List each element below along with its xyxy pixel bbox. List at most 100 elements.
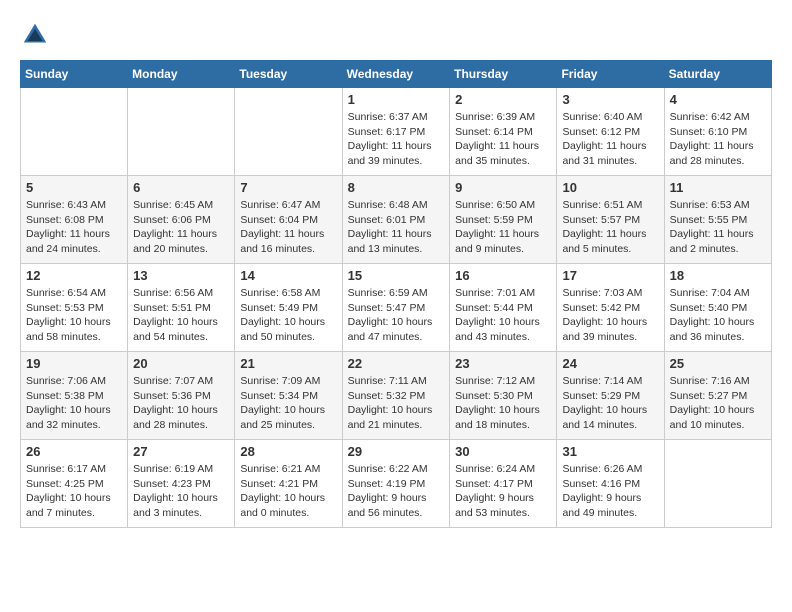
day-info: Sunrise: 6:50 AM Sunset: 5:59 PM Dayligh… (455, 198, 551, 257)
day-number: 31 (562, 444, 658, 459)
day-number: 24 (562, 356, 658, 371)
calendar-week-row: 1 Sunrise: 6:37 AM Sunset: 6:17 PM Daylig… (21, 88, 772, 176)
day-number: 2 (455, 92, 551, 107)
calendar-cell: 4 Sunrise: 6:42 AM Sunset: 6:10 PM Daylig… (664, 88, 771, 176)
calendar-cell: 9 Sunrise: 6:50 AM Sunset: 5:59 PM Daylig… (450, 176, 557, 264)
day-info: Sunrise: 7:14 AM Sunset: 5:29 PM Dayligh… (562, 374, 658, 433)
day-number: 7 (240, 180, 336, 195)
day-info: Sunrise: 7:07 AM Sunset: 5:36 PM Dayligh… (133, 374, 229, 433)
day-info: Sunrise: 6:24 AM Sunset: 4:17 PM Dayligh… (455, 462, 551, 521)
calendar-cell: 26Sunrise: 6:17 AM Sunset: 4:25 PM Dayli… (21, 440, 128, 528)
calendar-cell (128, 88, 235, 176)
calendar-cell: 2 Sunrise: 6:39 AM Sunset: 6:14 PM Daylig… (450, 88, 557, 176)
day-info: Sunrise: 6:53 AM Sunset: 5:55 PM Dayligh… (670, 198, 766, 257)
calendar-cell (21, 88, 128, 176)
day-info: Sunrise: 7:09 AM Sunset: 5:34 PM Dayligh… (240, 374, 336, 433)
day-number: 5 (26, 180, 122, 195)
calendar-cell: 29 Sunrise: 6:22 AM Sunset: 4:19 PM Dayli… (342, 440, 450, 528)
logo (20, 20, 56, 50)
page-header (20, 20, 772, 50)
day-info: Sunrise: 6:42 AM Sunset: 6:10 PM Dayligh… (670, 110, 766, 169)
day-number: 17 (562, 268, 658, 283)
day-info: Sunrise: 6:19 AM Sunset: 4:23 PM Dayligh… (133, 462, 229, 521)
day-info: Sunrise: 7:04 AM Sunset: 5:40 PM Dayligh… (670, 286, 766, 345)
calendar-cell: 24 Sunrise: 7:14 AM Sunset: 5:29 PM Dayli… (557, 352, 664, 440)
calendar-week-row: 26Sunrise: 6:17 AM Sunset: 4:25 PM Dayli… (21, 440, 772, 528)
day-number: 9 (455, 180, 551, 195)
day-info: Sunrise: 6:26 AM Sunset: 4:16 PM Dayligh… (562, 462, 658, 521)
day-info: Sunrise: 7:06 AM Sunset: 5:38 PM Dayligh… (26, 374, 122, 433)
calendar-cell (235, 88, 342, 176)
weekday-header: Thursday (450, 61, 557, 88)
day-number: 13 (133, 268, 229, 283)
day-info: Sunrise: 7:12 AM Sunset: 5:30 PM Dayligh… (455, 374, 551, 433)
calendar-cell: 28 Sunrise: 6:21 AM Sunset: 4:21 PM Dayli… (235, 440, 342, 528)
day-number: 11 (670, 180, 766, 195)
calendar-cell: 23 Sunrise: 7:12 AM Sunset: 5:30 PM Dayli… (450, 352, 557, 440)
day-number: 18 (670, 268, 766, 283)
day-info: Sunrise: 6:22 AM Sunset: 4:19 PM Dayligh… (348, 462, 445, 521)
calendar-cell: 30 Sunrise: 6:24 AM Sunset: 4:17 PM Dayli… (450, 440, 557, 528)
day-info: Sunrise: 7:11 AM Sunset: 5:32 PM Dayligh… (348, 374, 445, 433)
day-number: 21 (240, 356, 336, 371)
weekday-header: Tuesday (235, 61, 342, 88)
day-info: Sunrise: 7:01 AM Sunset: 5:44 PM Dayligh… (455, 286, 551, 345)
calendar-cell: 10 Sunrise: 6:51 AM Sunset: 5:57 PM Dayli… (557, 176, 664, 264)
day-info: Sunrise: 6:47 AM Sunset: 6:04 PM Dayligh… (240, 198, 336, 257)
calendar-cell: 19 Sunrise: 7:06 AM Sunset: 5:38 PM Dayli… (21, 352, 128, 440)
day-number: 29 (348, 444, 445, 459)
day-number: 14 (240, 268, 336, 283)
calendar-week-row: 5 Sunrise: 6:43 AM Sunset: 6:08 PM Daylig… (21, 176, 772, 264)
day-info: Sunrise: 6:45 AM Sunset: 6:06 PM Dayligh… (133, 198, 229, 257)
calendar-cell: 13 Sunrise: 6:56 AM Sunset: 5:51 PM Dayli… (128, 264, 235, 352)
weekday-header: Friday (557, 61, 664, 88)
day-number: 12 (26, 268, 122, 283)
day-info: Sunrise: 6:17 AM Sunset: 4:25 PM Dayligh… (26, 462, 122, 521)
day-number: 8 (348, 180, 445, 195)
calendar-week-row: 19 Sunrise: 7:06 AM Sunset: 5:38 PM Dayli… (21, 352, 772, 440)
day-info: Sunrise: 7:03 AM Sunset: 5:42 PM Dayligh… (562, 286, 658, 345)
day-number: 19 (26, 356, 122, 371)
calendar-cell: 11 Sunrise: 6:53 AM Sunset: 5:55 PM Dayli… (664, 176, 771, 264)
day-number: 30 (455, 444, 551, 459)
calendar-cell: 21 Sunrise: 7:09 AM Sunset: 5:34 PM Dayli… (235, 352, 342, 440)
day-number: 10 (562, 180, 658, 195)
day-number: 15 (348, 268, 445, 283)
day-number: 28 (240, 444, 336, 459)
day-info: Sunrise: 6:51 AM Sunset: 5:57 PM Dayligh… (562, 198, 658, 257)
day-info: Sunrise: 6:48 AM Sunset: 6:01 PM Dayligh… (348, 198, 445, 257)
calendar-cell: 18 Sunrise: 7:04 AM Sunset: 5:40 PM Dayli… (664, 264, 771, 352)
calendar-cell: 20 Sunrise: 7:07 AM Sunset: 5:36 PM Dayli… (128, 352, 235, 440)
calendar-cell: 22 Sunrise: 7:11 AM Sunset: 5:32 PM Dayli… (342, 352, 450, 440)
calendar-week-row: 12 Sunrise: 6:54 AM Sunset: 5:53 PM Dayli… (21, 264, 772, 352)
day-info: Sunrise: 6:59 AM Sunset: 5:47 PM Dayligh… (348, 286, 445, 345)
day-info: Sunrise: 6:39 AM Sunset: 6:14 PM Dayligh… (455, 110, 551, 169)
day-number: 22 (348, 356, 445, 371)
day-number: 27 (133, 444, 229, 459)
day-number: 1 (348, 92, 445, 107)
day-info: Sunrise: 6:40 AM Sunset: 6:12 PM Dayligh… (562, 110, 658, 169)
day-info: Sunrise: 6:54 AM Sunset: 5:53 PM Dayligh… (26, 286, 122, 345)
calendar-cell: 3Sunrise: 6:40 AM Sunset: 6:12 PM Daylig… (557, 88, 664, 176)
logo-icon (20, 20, 50, 50)
day-info: Sunrise: 6:56 AM Sunset: 5:51 PM Dayligh… (133, 286, 229, 345)
calendar-cell: 15 Sunrise: 6:59 AM Sunset: 5:47 PM Dayli… (342, 264, 450, 352)
calendar-cell: 25 Sunrise: 7:16 AM Sunset: 5:27 PM Dayli… (664, 352, 771, 440)
day-number: 20 (133, 356, 229, 371)
weekday-header: Sunday (21, 61, 128, 88)
day-info: Sunrise: 6:37 AM Sunset: 6:17 PM Dayligh… (348, 110, 445, 169)
calendar-cell: 17 Sunrise: 7:03 AM Sunset: 5:42 PM Dayli… (557, 264, 664, 352)
day-info: Sunrise: 6:21 AM Sunset: 4:21 PM Dayligh… (240, 462, 336, 521)
day-number: 25 (670, 356, 766, 371)
day-info: Sunrise: 6:58 AM Sunset: 5:49 PM Dayligh… (240, 286, 336, 345)
day-info: Sunrise: 7:16 AM Sunset: 5:27 PM Dayligh… (670, 374, 766, 433)
day-number: 4 (670, 92, 766, 107)
calendar-cell: 16Sunrise: 7:01 AM Sunset: 5:44 PM Dayli… (450, 264, 557, 352)
calendar-cell: 1 Sunrise: 6:37 AM Sunset: 6:17 PM Daylig… (342, 88, 450, 176)
weekday-header: Wednesday (342, 61, 450, 88)
day-info: Sunrise: 6:43 AM Sunset: 6:08 PM Dayligh… (26, 198, 122, 257)
calendar-cell (664, 440, 771, 528)
weekday-header: Monday (128, 61, 235, 88)
day-number: 23 (455, 356, 551, 371)
calendar-cell: 7 Sunrise: 6:47 AM Sunset: 6:04 PM Daylig… (235, 176, 342, 264)
